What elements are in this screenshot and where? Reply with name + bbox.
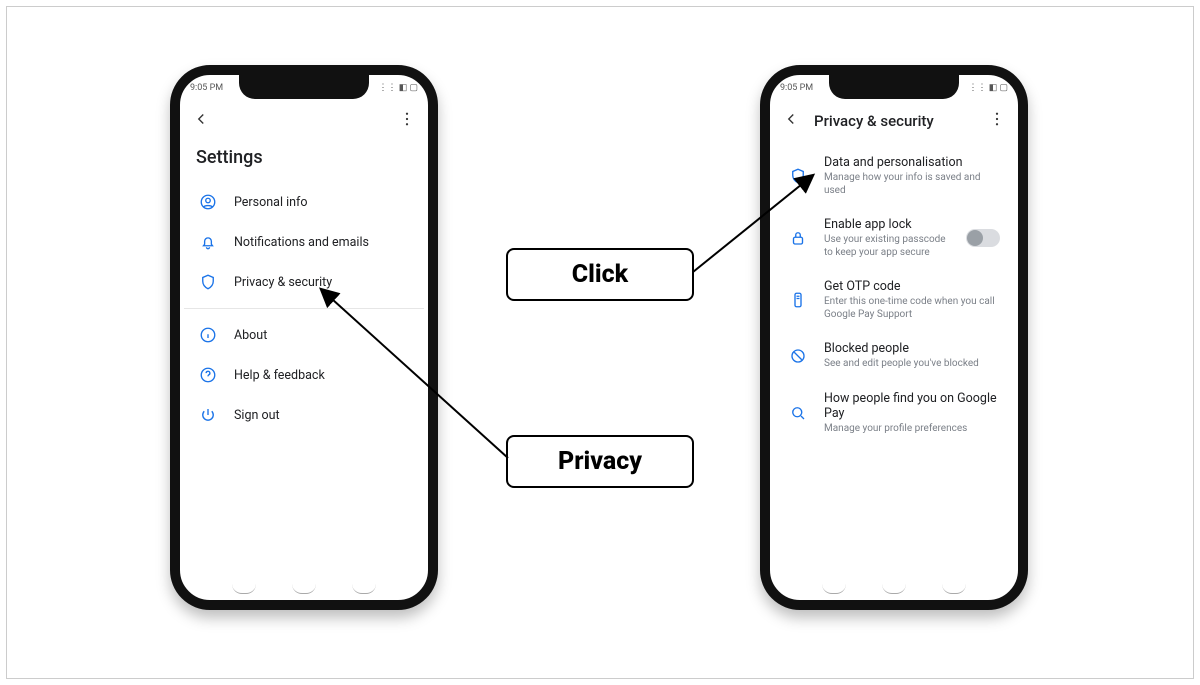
item-label: Personal info: [234, 195, 308, 210]
item-label: Privacy & security: [234, 275, 332, 290]
nav-bar: [180, 584, 428, 594]
search-icon: [788, 403, 808, 423]
status-time: 9:05 PM: [190, 83, 223, 93]
item-label: Help & feedback: [234, 368, 325, 383]
privacy-item-blocked[interactable]: Blocked people See and edit people you'v…: [774, 331, 1014, 381]
back-icon[interactable]: [192, 110, 210, 132]
power-icon: [198, 405, 218, 425]
bell-icon: [198, 232, 218, 252]
item-label: Enable app lock: [824, 217, 950, 232]
lock-icon: [788, 228, 808, 248]
item-subtext: Manage how your info is saved and used: [824, 172, 1000, 197]
otp-icon: [788, 290, 808, 310]
item-subtext: Enter this one-time code when you call G…: [824, 296, 1000, 321]
phone-notch: [239, 73, 369, 99]
settings-item-personal-info[interactable]: Personal info: [184, 182, 424, 222]
phone-privacy: 9:05 PM ⋮⋮ ◧ ▢ Privacy & security Data a…: [760, 65, 1028, 610]
shield-icon: [788, 166, 808, 186]
privacy-list: Data and personalisation Manage how your…: [770, 141, 1018, 445]
item-label: Blocked people: [824, 341, 979, 356]
privacy-item-data-personalisation[interactable]: Data and personalisation Manage how your…: [774, 145, 1014, 207]
privacy-item-otp[interactable]: Get OTP code Enter this one-time code wh…: [774, 269, 1014, 331]
callout-click: Click: [506, 248, 694, 301]
callout-privacy: Privacy: [506, 435, 694, 488]
settings-item-notifications[interactable]: Notifications and emails: [184, 222, 424, 262]
appbar-title: Privacy & security: [814, 112, 934, 130]
settings-item-privacy-security[interactable]: Privacy & security: [184, 262, 424, 302]
item-label: Sign out: [234, 408, 280, 423]
privacy-item-find-you[interactable]: How people find you on Google Pay Manage…: [774, 381, 1014, 446]
appbar-privacy: Privacy & security: [770, 101, 1018, 141]
app-lock-toggle[interactable]: [966, 229, 1000, 247]
shield-icon: [198, 272, 218, 292]
more-icon[interactable]: [398, 110, 416, 132]
item-label: About: [234, 328, 267, 343]
help-icon: [198, 365, 218, 385]
page-title: Settings: [180, 141, 428, 182]
nav-bar: [770, 584, 1018, 594]
info-icon: [198, 325, 218, 345]
item-label: Data and personalisation: [824, 155, 1000, 170]
appbar-settings: [180, 101, 428, 141]
item-subtext: Use your existing passcode to keep your …: [824, 234, 950, 259]
status-icons: ⋮⋮ ◧ ▢: [969, 83, 1008, 93]
item-subtext: Manage your profile preferences: [824, 423, 1000, 436]
status-icons: ⋮⋮ ◧ ▢: [379, 83, 418, 93]
phone-settings: 9:05 PM ⋮⋮ ◧ ▢ Settings Personal info No…: [170, 65, 438, 610]
settings-list: Personal info Notifications and emails P…: [180, 182, 428, 435]
settings-item-help[interactable]: Help & feedback: [184, 355, 424, 395]
privacy-item-app-lock[interactable]: Enable app lock Use your existing passco…: [774, 207, 1014, 269]
back-icon[interactable]: [782, 110, 800, 132]
phone-notch: [829, 73, 959, 99]
status-time: 9:05 PM: [780, 83, 813, 93]
settings-item-about[interactable]: About: [184, 315, 424, 355]
block-icon: [788, 346, 808, 366]
item-label: Get OTP code: [824, 279, 1000, 294]
divider: [184, 308, 424, 309]
item-label: Notifications and emails: [234, 235, 369, 250]
user-circle-icon: [198, 192, 218, 212]
settings-item-signout[interactable]: Sign out: [184, 395, 424, 435]
item-subtext: See and edit people you've blocked: [824, 358, 979, 371]
more-icon[interactable]: [988, 110, 1006, 132]
item-label: How people find you on Google Pay: [824, 391, 1000, 421]
